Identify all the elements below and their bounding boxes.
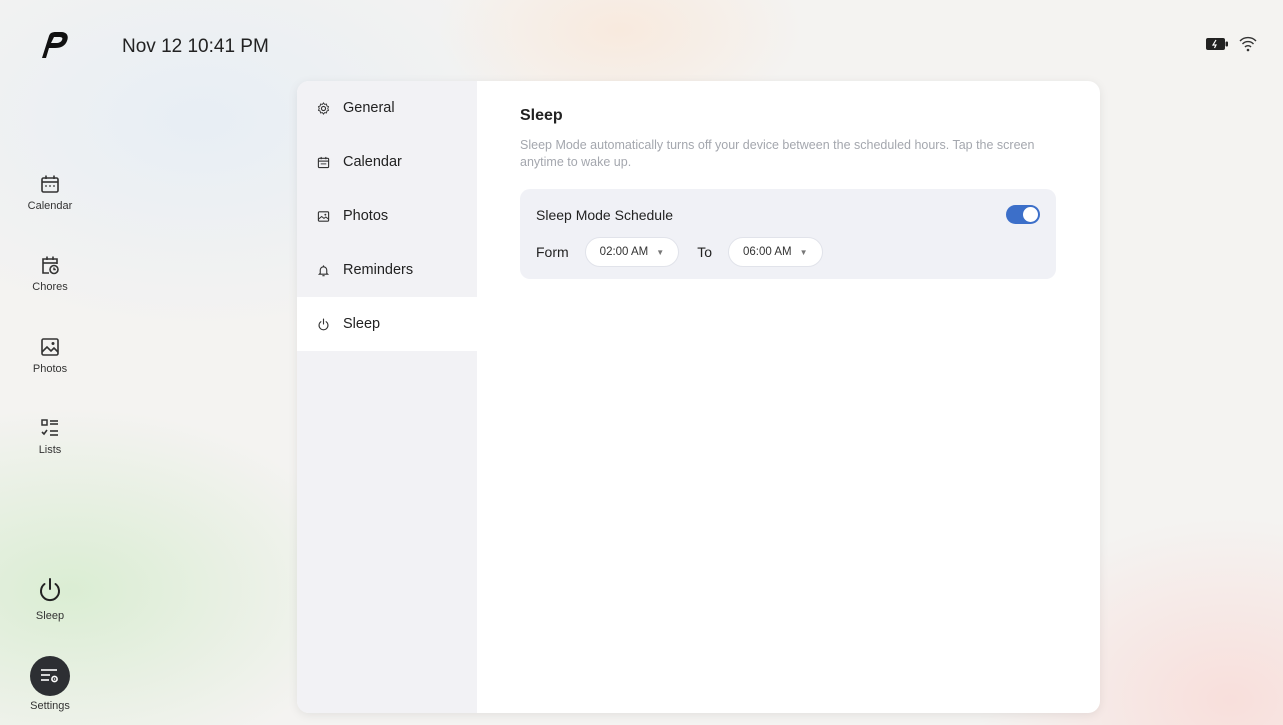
app-logo [42,32,68,58]
sidebar-item-label: Sleep [35,610,65,622]
settings-menu-item-reminders[interactable]: Reminders [297,243,477,297]
sidebar-item-lists[interactable]: Lists [0,418,100,456]
settings-menu-label: Sleep [343,316,381,332]
section-title: Sleep [520,107,563,124]
sidebar-item-calendar[interactable]: Calendar [0,174,100,212]
sidebar-item-label: Calendar [27,200,73,212]
sidebar-item-sleep[interactable]: Sleep [0,576,100,622]
wifi-icon [1239,36,1257,52]
sleep-schedule-toggle[interactable] [1006,205,1040,224]
to-time-dropdown[interactable]: 06:00 AM ▼ [727,237,823,267]
calendar-icon [41,175,59,193]
left-navigation-rail: Calendar Chores Photos Lists Sleep Setti… [0,0,100,725]
settings-menu-item-general[interactable]: General [297,81,477,135]
photos-icon [317,209,331,223]
from-time-value: 02:00 AM [599,246,649,258]
settings-button[interactable] [30,656,70,696]
bell-icon [317,263,331,277]
sleep-schedule-label: Sleep Mode Schedule [536,207,673,223]
sidebar-item-settings[interactable]: Settings [0,656,100,712]
photos-icon [41,338,59,356]
settings-menu-item-sleep[interactable]: Sleep [297,297,477,351]
settings-menu-label: Reminders [343,262,414,278]
sleep-schedule-card: Sleep Mode Schedule Form 02:00 AM ▼ To 0… [520,189,1056,279]
section-description: Sleep Mode automatically turns off your … [520,138,1035,169]
from-label: Form [536,244,569,260]
sidebar-item-label: Photos [32,363,68,375]
sidebar-item-label: Chores [32,281,68,293]
sidebar-item-chores[interactable]: Chores [0,255,100,293]
chevron-down-icon: ▼ [656,247,665,257]
to-label: To [697,244,712,260]
battery-icon [1206,38,1228,50]
settings-menu-label: Photos [343,208,389,224]
datetime-display: Nov 12 10:41 PM [122,36,269,57]
settings-menu-label: Calendar [343,154,402,170]
sidebar-item-label: Settings [30,700,70,712]
from-time-dropdown[interactable]: 02:00 AM ▼ [584,237,680,267]
gear-icon [317,101,331,115]
settings-menu: General Calendar Photos Reminders Sleep [297,81,477,713]
to-time-value: 06:00 AM [742,246,792,258]
power-icon [317,317,331,331]
settings-menu-item-calendar[interactable]: Calendar [297,135,477,189]
schedule-time-row: Form 02:00 AM ▼ To 06:00 AM ▼ [536,237,823,267]
settings-menu-item-photos[interactable]: Photos [297,189,477,243]
sidebar-item-photos[interactable]: Photos [0,337,100,375]
lists-icon [41,419,58,436]
sidebar-item-label: Lists [38,444,62,456]
power-icon [40,578,60,602]
settings-menu-label: General [343,100,395,116]
sleep-settings-content: Sleep Sleep Mode automatically turns off… [520,107,1060,171]
chevron-down-icon: ▼ [799,247,808,257]
settings-panel: General Calendar Photos Reminders Sleep … [297,81,1100,713]
status-bar [1205,36,1257,52]
chores-icon [42,256,59,275]
settings-icon [41,669,58,683]
calendar-icon [317,155,331,169]
toggle-knob [1023,207,1038,222]
